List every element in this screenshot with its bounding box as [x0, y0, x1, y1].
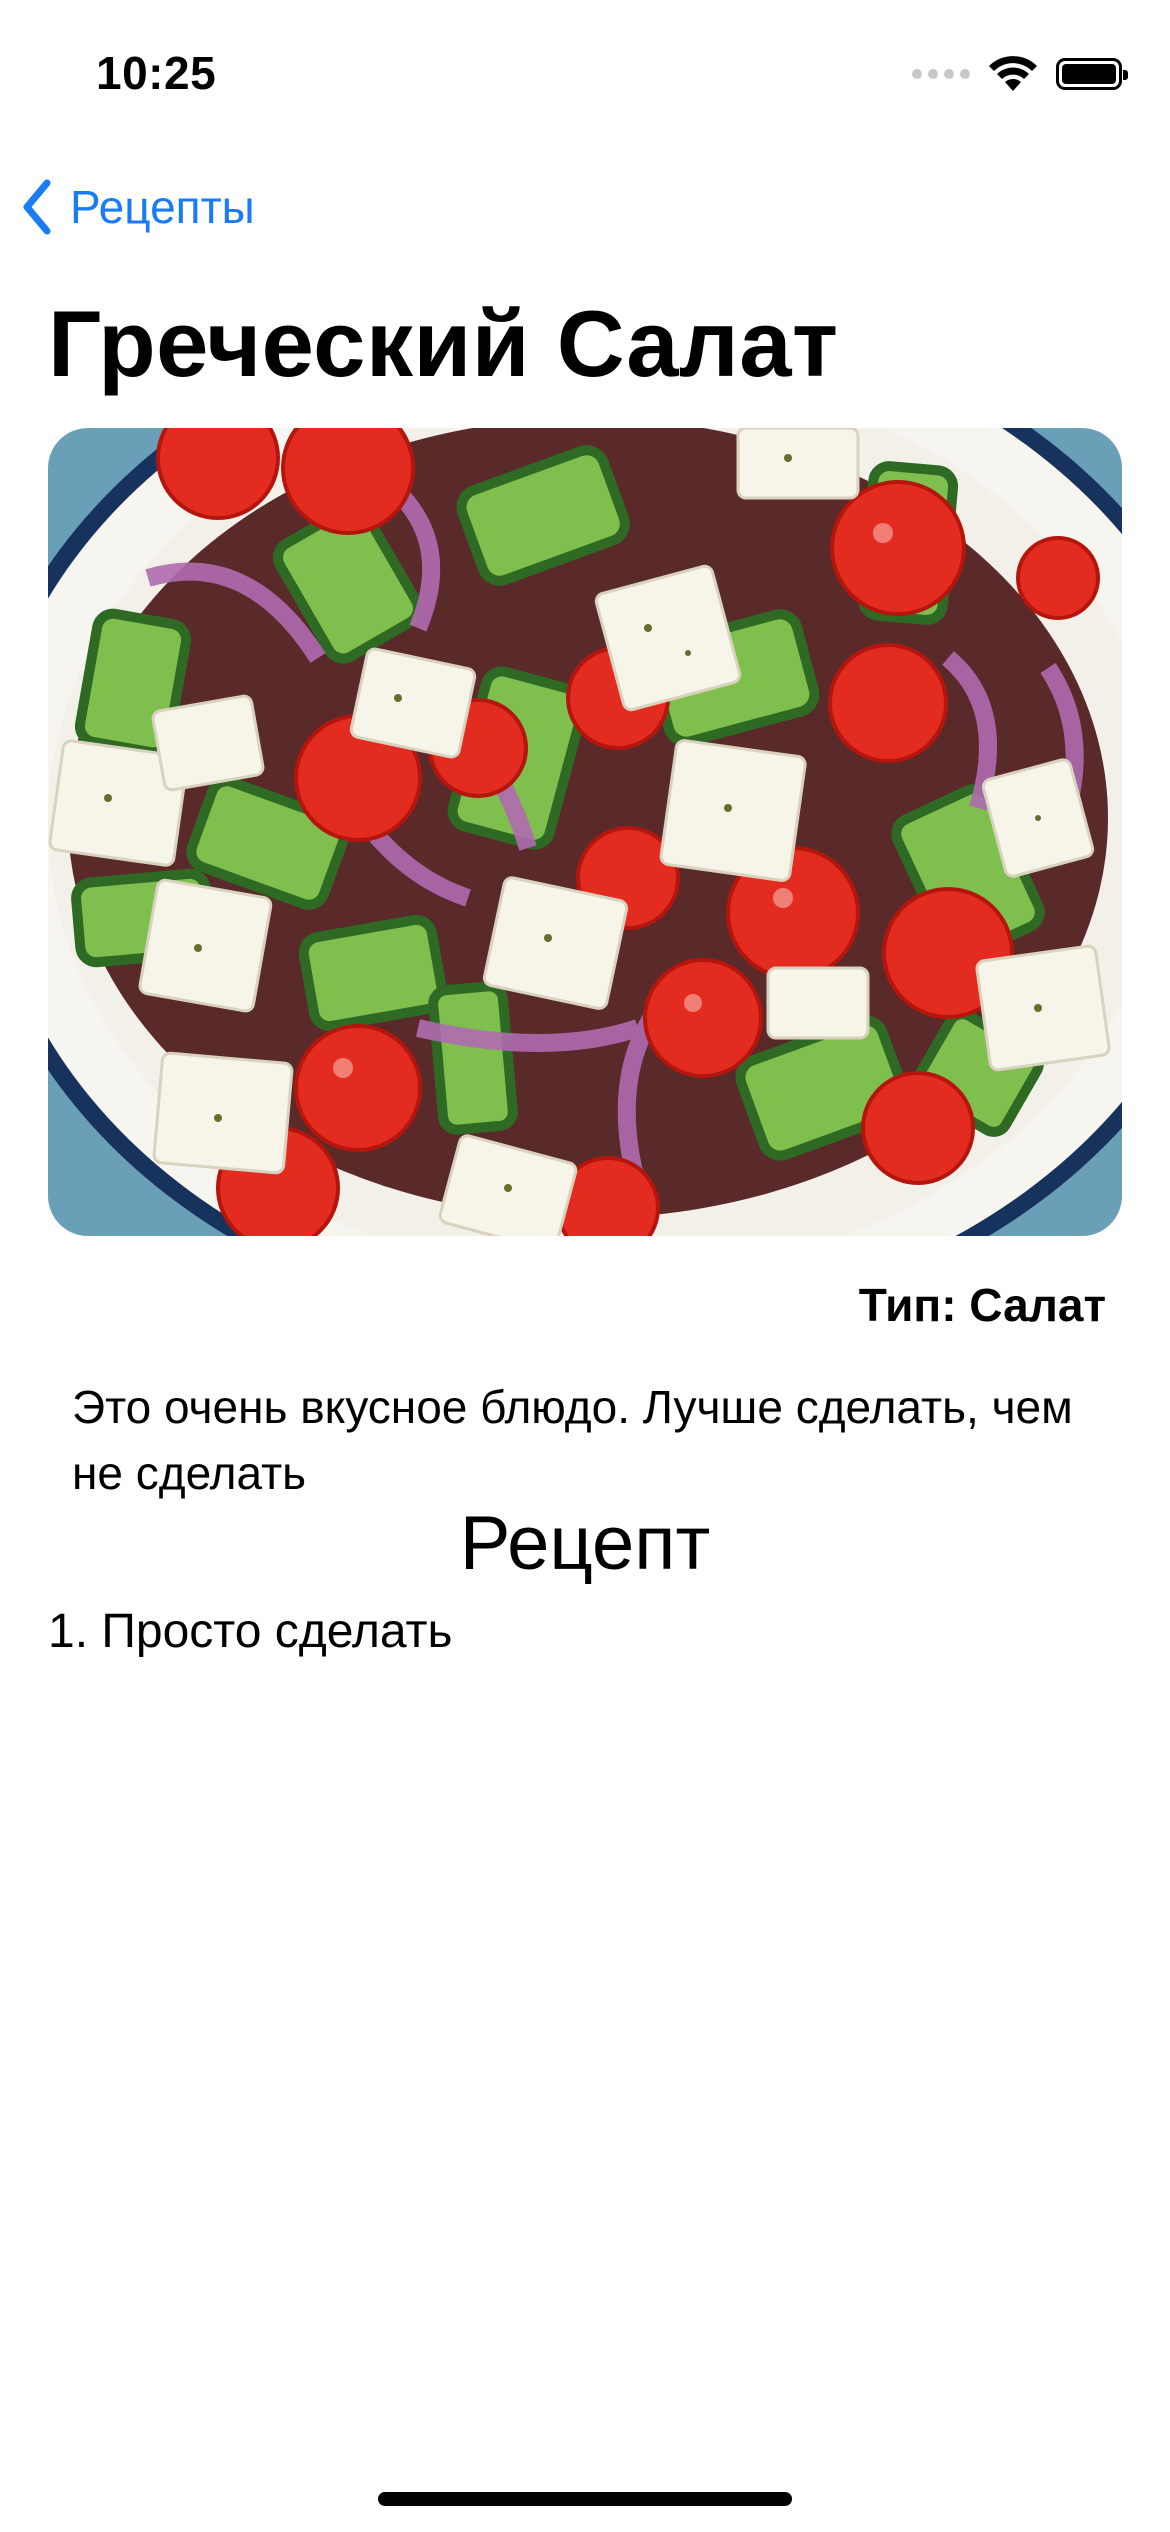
cellular-signal-icon	[912, 69, 970, 79]
status-icons	[912, 54, 1128, 94]
recipe-type: Тип: Салат	[858, 1279, 1106, 1331]
status-time: 10:25	[96, 47, 217, 99]
recipe-section-title: Рецепт	[459, 1501, 711, 1586]
chevron-left-icon	[23, 179, 51, 235]
home-indicator	[378, 2492, 792, 2506]
back-button-label: Рецепты	[70, 181, 255, 233]
status-bar: 10:25	[0, 0, 1170, 150]
page-title: Греческий Салат	[48, 291, 839, 396]
recipe-image	[48, 428, 1122, 1236]
battery-icon	[1056, 58, 1128, 90]
wifi-icon	[989, 56, 1037, 91]
back-button[interactable]: Рецепты	[22, 172, 255, 242]
recipe-description: Это очень вкусное блюдо. Лучше сделать, …	[72, 1381, 1073, 1499]
battery-level	[1062, 64, 1116, 84]
recipe-steps: 1. Просто сделать	[48, 1604, 452, 1659]
recipe-step: 1. Просто сделать	[48, 1605, 453, 1658]
